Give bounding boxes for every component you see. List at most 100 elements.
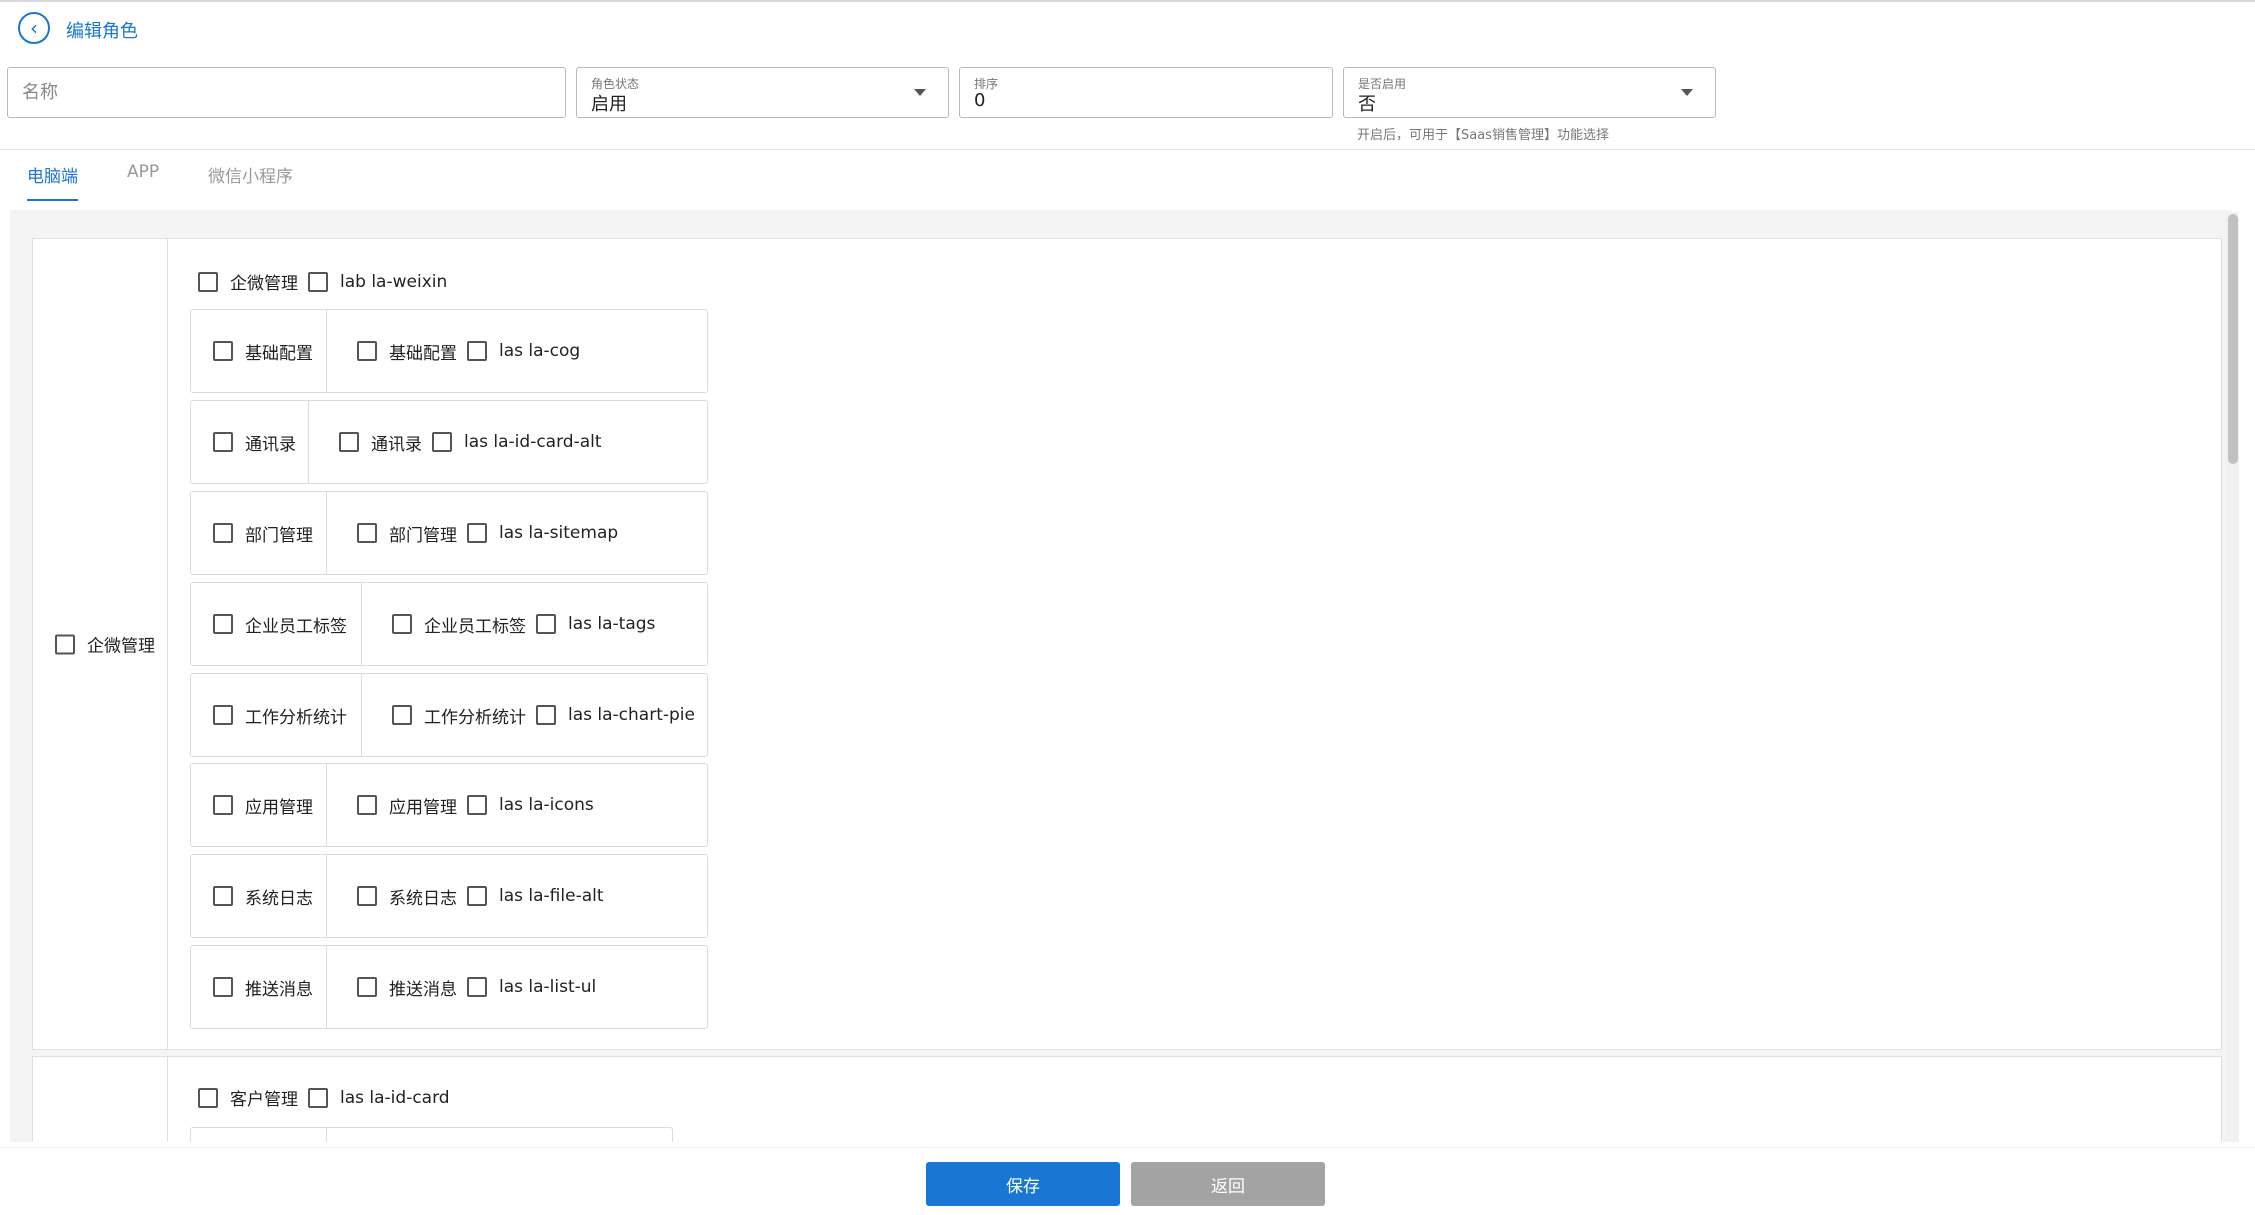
tab-app[interactable]: APP xyxy=(127,162,159,194)
module-body: 客户管理 las la-id-card xyxy=(168,1057,2221,1142)
checkbox[interactable] xyxy=(467,523,487,543)
sub-icon-label: las la-list-ul xyxy=(499,977,597,997)
enabled-hint: 开启后，可用于【Saas销售管理】功能选择 xyxy=(1357,128,1609,143)
tab-wechat-miniprogram[interactable]: 微信小程序 xyxy=(208,162,293,199)
name-input[interactable] xyxy=(8,68,565,117)
checkbox[interactable] xyxy=(213,523,233,543)
checkbox[interactable] xyxy=(357,886,377,906)
sub-label: 推送消息 xyxy=(245,979,313,1000)
sub-icon-label: las la-id-card-alt xyxy=(464,432,602,452)
status-value: 启用 xyxy=(591,94,627,115)
sub-label: 部门管理 xyxy=(245,525,313,546)
sub-icon-label: las la-icons xyxy=(499,795,594,815)
module-label: 企微管理 xyxy=(87,636,155,657)
sub-label: 基础配置 xyxy=(245,343,313,364)
checkbox[interactable] xyxy=(467,795,487,815)
sub-permission-card: 推送消息 推送消息 las la-list-ul xyxy=(190,945,708,1029)
checkbox[interactable] xyxy=(213,432,233,452)
sub-right: 系统日志 las la-file-alt xyxy=(357,855,614,937)
dropdown-caret-icon[interactable] xyxy=(1681,89,1693,96)
checkbox[interactable] xyxy=(432,432,452,452)
checkbox[interactable] xyxy=(213,795,233,815)
tab-desktop[interactable]: 电脑端 xyxy=(27,162,78,201)
sub-item-label: 推送消息 xyxy=(389,979,457,1000)
checkbox[interactable] xyxy=(213,977,233,997)
sort-value[interactable]: 0 xyxy=(974,90,985,111)
checkbox[interactable] xyxy=(392,705,412,725)
checkbox[interactable] xyxy=(392,614,412,634)
checkbox[interactable] xyxy=(467,341,487,361)
sub-left: 系统日志 xyxy=(191,855,327,937)
head-label: 企微管理 xyxy=(230,274,298,294)
top-bar: ‹ 编辑角色 xyxy=(0,0,2255,52)
sort-field[interactable]: 排序 0 xyxy=(959,67,1333,118)
checkbox[interactable] xyxy=(198,271,218,292)
sub-right: 工作分析统计 las la-chart-pie xyxy=(392,674,705,756)
sub-right: 应用管理 las la-icons xyxy=(357,764,604,846)
enabled-select[interactable]: 是否启用 否 xyxy=(1343,67,1716,118)
back-icon[interactable]: ‹ xyxy=(18,12,50,44)
checkbox[interactable] xyxy=(308,1087,328,1108)
permission-panel: 企微管理 企微管理 lab la-weixin 基础配置 基础配置 las la… xyxy=(10,210,2232,1142)
module-card: 企微管理 企微管理 lab la-weixin 基础配置 基础配置 las la… xyxy=(32,238,2222,1050)
module-head-row: 客户管理 las la-id-card xyxy=(198,1085,460,1110)
checkbox[interactable] xyxy=(213,705,233,725)
dropdown-caret-icon[interactable] xyxy=(914,89,926,96)
sub-right: 通讯录 las la-id-card-alt xyxy=(339,401,612,483)
sub-permission-card: 企业员工标签 企业员工标签 las la-tags xyxy=(190,582,708,666)
name-field[interactable] xyxy=(7,67,566,118)
sub-item-label: 部门管理 xyxy=(389,525,457,546)
checkbox[interactable] xyxy=(467,886,487,906)
platform-tabs: 电脑端 APP 微信小程序 xyxy=(0,150,2255,202)
return-button[interactable]: 返回 xyxy=(1131,1162,1325,1206)
checkbox[interactable] xyxy=(55,634,75,654)
sub-icon-label: las la-cog xyxy=(499,341,581,361)
sub-item-label: 通讯录 xyxy=(371,434,422,455)
checkbox[interactable] xyxy=(536,705,556,725)
checkbox[interactable] xyxy=(198,1087,218,1108)
checkbox[interactable] xyxy=(357,341,377,361)
sub-permission-card: 系统日志 系统日志 las la-file-alt xyxy=(190,854,708,938)
sub-item-label: 基础配置 xyxy=(389,343,457,364)
sub-label: 应用管理 xyxy=(245,797,313,818)
checkbox[interactable] xyxy=(357,523,377,543)
sub-left: 通讯录 xyxy=(191,401,309,483)
save-button[interactable]: 保存 xyxy=(926,1162,1120,1206)
sub-permission-card: 部门管理 部门管理 las la-sitemap xyxy=(190,491,708,575)
sub-label: 系统日志 xyxy=(245,888,313,909)
checkbox[interactable] xyxy=(357,795,377,815)
checkbox[interactable] xyxy=(467,977,487,997)
module-side: 企微管理 xyxy=(33,239,168,1049)
checkbox[interactable] xyxy=(213,341,233,361)
checkbox[interactable] xyxy=(213,886,233,906)
module-body: 企微管理 lab la-weixin 基础配置 基础配置 las la-cog … xyxy=(168,239,2221,1049)
sub-icon-label: las la-file-alt xyxy=(499,886,604,906)
module-side xyxy=(33,1057,168,1142)
sub-label: 通讯录 xyxy=(245,434,296,455)
enabled-value: 否 xyxy=(1358,94,1376,115)
checkbox[interactable] xyxy=(213,614,233,634)
head-icon-label: lab la-weixin xyxy=(340,271,448,292)
status-select[interactable]: 角色状态 启用 xyxy=(576,67,949,118)
sub-left: 应用管理 xyxy=(191,764,327,846)
scrollbar-thumb[interactable] xyxy=(2228,214,2238,464)
sub-icon-label: las la-sitemap xyxy=(499,523,619,543)
sub-right: 基础配置 las la-cog xyxy=(357,310,590,392)
checkbox[interactable] xyxy=(536,614,556,634)
module-head-row: 企微管理 lab la-weixin xyxy=(198,269,457,294)
sub-right: 推送消息 las la-list-ul xyxy=(357,946,606,1028)
sub-left: 部门管理 xyxy=(191,492,327,574)
sub-permission-card xyxy=(190,1127,673,1142)
checkbox[interactable] xyxy=(339,432,359,452)
page-title: 编辑角色 xyxy=(66,21,138,42)
sub-item-label: 应用管理 xyxy=(389,797,457,818)
sub-item-label: 企业员工标签 xyxy=(424,616,526,637)
module-checkbox-row[interactable]: 企微管理 xyxy=(55,632,165,657)
sub-permission-card: 应用管理 应用管理 las la-icons xyxy=(190,763,708,847)
head-label: 客户管理 xyxy=(230,1090,298,1110)
sub-icon-label: las la-tags xyxy=(568,614,656,634)
checkbox[interactable] xyxy=(357,977,377,997)
sub-label: 工作分析统计 xyxy=(245,707,347,728)
checkbox[interactable] xyxy=(308,271,328,292)
sub-permission-card: 通讯录 通讯录 las la-id-card-alt xyxy=(190,400,708,484)
